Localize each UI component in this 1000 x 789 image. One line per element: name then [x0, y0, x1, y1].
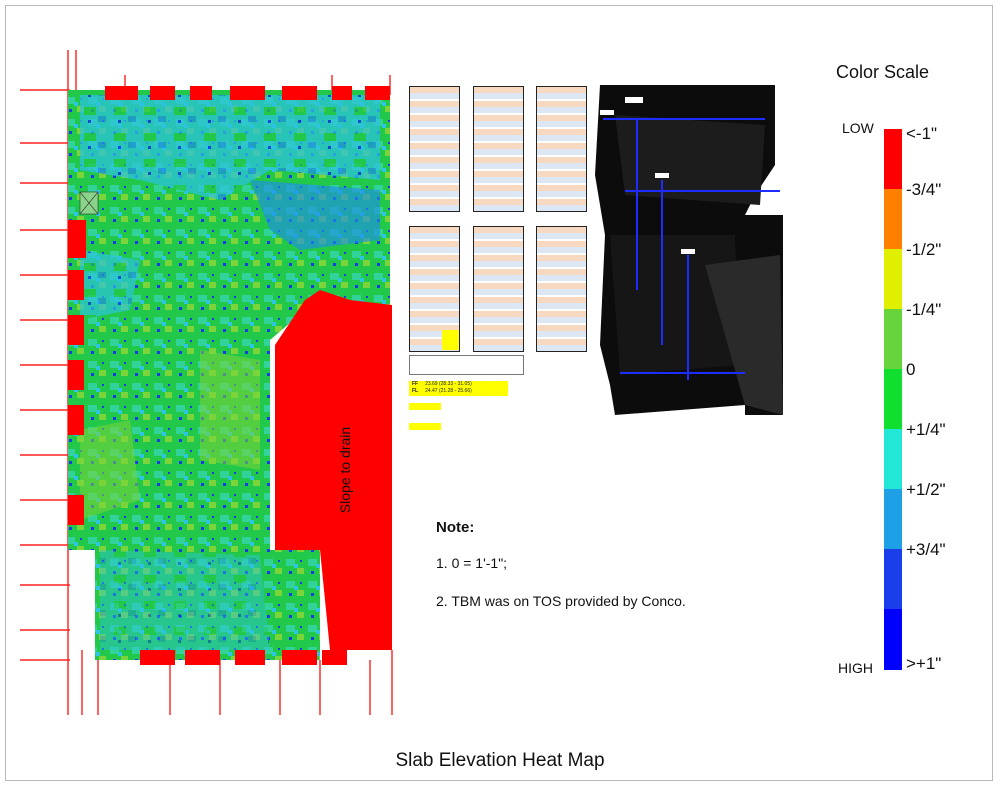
- note-item-1: 1. 0 = 1'-1";: [436, 555, 508, 571]
- data-table-1a: [409, 86, 460, 212]
- yellow-row-1: [409, 403, 441, 410]
- data-table-1b: [473, 86, 524, 212]
- figure-title: Slab Elevation Heat Map: [395, 750, 605, 771]
- scale-band-label: >+1": [906, 654, 942, 673]
- scale-band-label: -1/2": [906, 240, 942, 259]
- slope-annotation: Slope to drain: [337, 427, 353, 513]
- data-table-2c: [536, 226, 587, 352]
- fl-label: FL: [412, 388, 419, 394]
- scale-band-label: +1/2": [906, 480, 946, 499]
- scale-band-label: 0: [906, 360, 916, 379]
- data-table-2b: [473, 226, 524, 352]
- scale-title: Color Scale: [836, 62, 930, 82]
- scale-band-label: +3/4": [906, 540, 946, 559]
- scale-band: [884, 309, 902, 370]
- slab-heatmap: Slope to drain: [20, 50, 393, 715]
- scale-band-label: -3/4": [906, 180, 942, 199]
- scale-band-label: -1/4": [906, 300, 942, 319]
- scale-high-label: HIGH: [838, 660, 873, 676]
- color-scale-bar: [884, 129, 902, 670]
- scale-band: [884, 249, 902, 310]
- scale-band: [884, 489, 902, 550]
- scale-band-label: +1/4": [906, 420, 946, 439]
- yellow-row-2: [409, 423, 441, 430]
- scale-band: [884, 129, 902, 190]
- fl-value: 24.47 (21.28 - 25.66): [425, 388, 472, 394]
- data-table-1c: [536, 86, 587, 212]
- scale-band: [884, 189, 902, 250]
- note-item-2: 2. TBM was on TOS provided by Conco.: [436, 593, 686, 609]
- scale-band: [884, 609, 902, 670]
- scale-band-label: <-1": [906, 124, 938, 143]
- ff-summary: FF 23.69 (28.33 - 31.05) FL 24.47 (21.28…: [409, 381, 508, 396]
- scale-band: [884, 429, 902, 490]
- scale-low-label: LOW: [842, 120, 874, 136]
- ff-label: FF: [412, 381, 419, 387]
- yellow-cell: [442, 330, 459, 350]
- ff-value: 23.69 (28.33 - 31.05): [425, 381, 472, 387]
- slab-scan-image: [595, 85, 783, 415]
- stats-table: [409, 355, 524, 375]
- note-title: Note:: [436, 519, 475, 536]
- scale-band: [884, 549, 902, 610]
- scale-band: [884, 369, 902, 430]
